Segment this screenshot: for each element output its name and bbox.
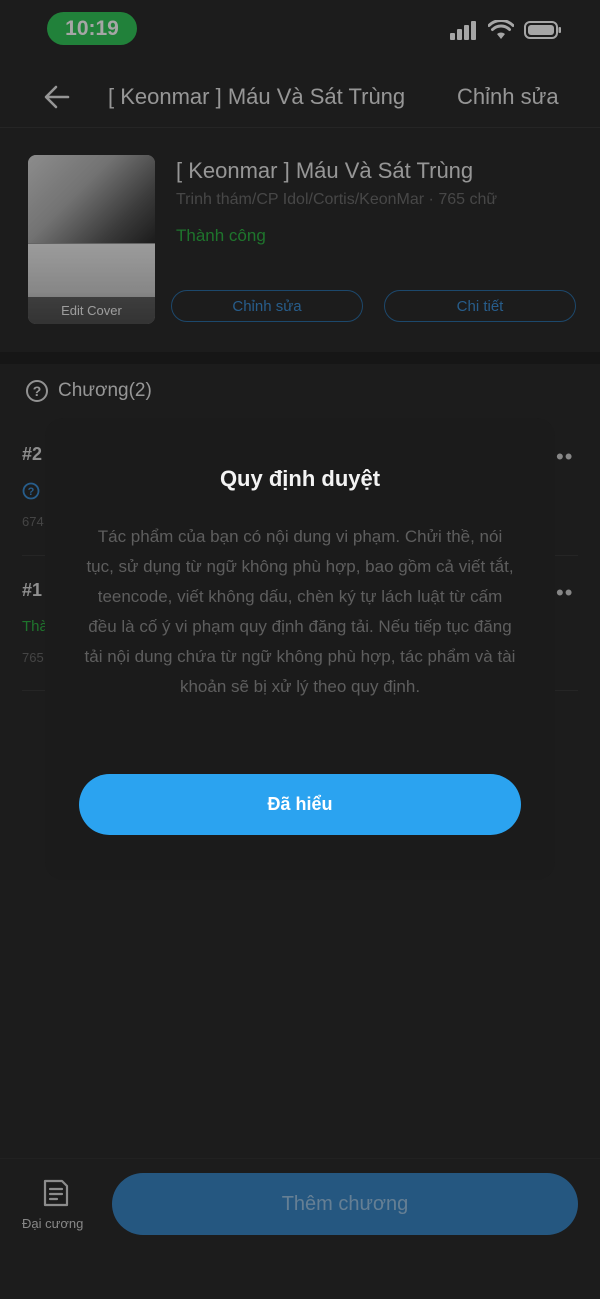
- understood-button[interactable]: Đã hiểu: [79, 774, 521, 835]
- dialog-message: Tác phẩm của bạn có nội dung vi phạm. Ch…: [84, 527, 516, 696]
- dialog-title: Quy định duyệt: [219, 466, 381, 491]
- review-rules-dialog: Quy định duyệt Tác phẩm của bạn có nội d…: [45, 418, 555, 880]
